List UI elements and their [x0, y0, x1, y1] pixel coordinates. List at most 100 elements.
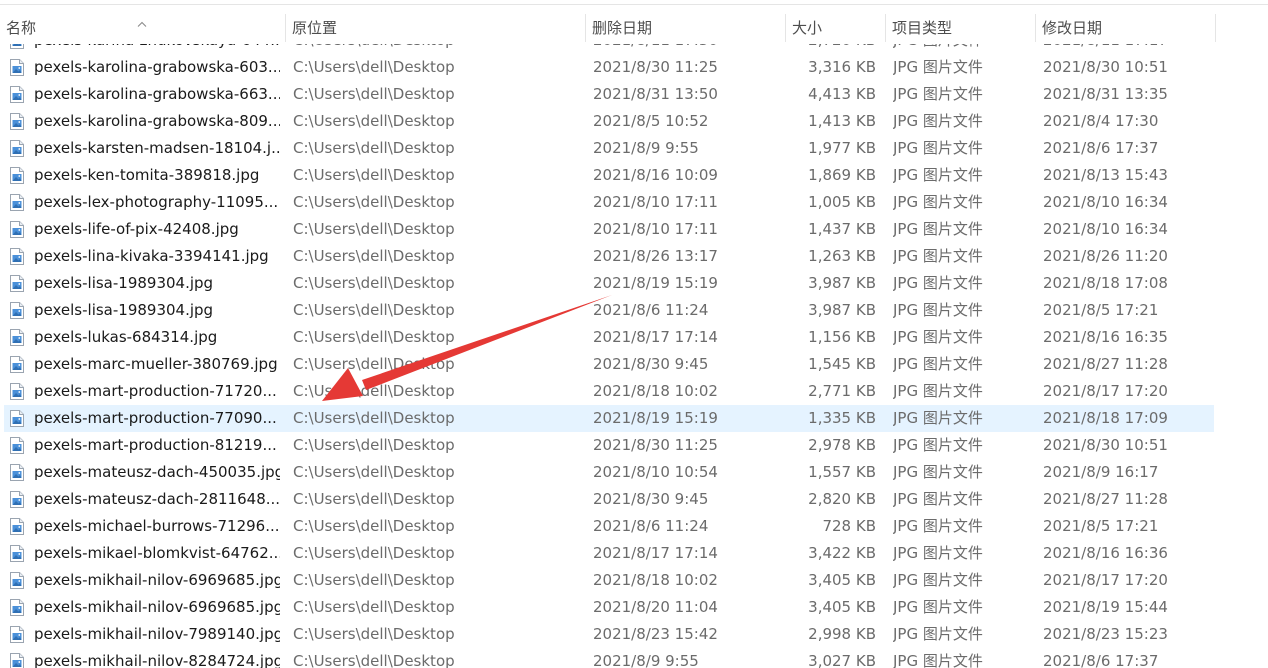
original-location: C:\Users\dell\Desktop: [293, 382, 455, 400]
modified-date: 2021/8/27 11:28: [1043, 355, 1168, 373]
table-row[interactable]: pexels-mart-production-81219... C:\Users\…: [4, 432, 1214, 459]
deleted-date: 2021/8/18 10:02: [593, 382, 718, 400]
table-row[interactable]: pexels-mikhail-nilov-6969685.jpg C:\Users…: [4, 594, 1214, 621]
table-row[interactable]: pexels-life-of-pix-42408.jpg C:\Users\del…: [4, 216, 1214, 243]
jpg-file-icon: [10, 86, 24, 103]
file-name: pexels-mikhail-nilov-6969685.jpg: [34, 598, 280, 616]
deleted-date: 2021/8/10 17:11: [593, 193, 718, 211]
table-row[interactable]: pexels-lina-kivaka-3394141.jpg C:\Users\d…: [4, 243, 1214, 270]
file-size: 2,998 KB: [808, 625, 876, 643]
modified-date: 2021/8/17 17:20: [1043, 571, 1168, 589]
column-header-location[interactable]: 原位置: [286, 14, 585, 42]
column-header-deleted[interactable]: 删除日期: [586, 14, 785, 42]
file-name: pexels-karina-zhukovskaya-644...: [34, 44, 280, 54]
original-location: C:\Users\dell\Desktop: [293, 44, 583, 54]
column-header-type[interactable]: 项目类型: [886, 14, 1035, 42]
table-row[interactable]: pexels-lukas-684314.jpg C:\Users\dell\Des…: [4, 324, 1214, 351]
deleted-date: 2021/8/19 15:19: [593, 274, 718, 292]
table-row[interactable]: pexels-mateusz-dach-2811648.... C:\Users\…: [4, 486, 1214, 513]
jpg-file-icon: [10, 653, 24, 668]
table-row[interactable]: pexels-mikhail-nilov-7989140.jpg C:\Users…: [4, 621, 1214, 648]
file-name: pexels-michael-burrows-71296...: [34, 517, 280, 535]
modified-date: 2021/8/6 17:37: [1043, 139, 1159, 157]
file-size: 1,545 KB: [808, 355, 876, 373]
column-header-size[interactable]: 大小: [786, 14, 885, 42]
original-location: C:\Users\dell\Desktop: [293, 571, 455, 589]
sort-ascending-icon: [137, 21, 147, 27]
original-location: C:\Users\dell\Desktop: [293, 490, 455, 508]
original-location: C:\Users\dell\Desktop: [293, 409, 455, 427]
table-row[interactable]: pexels-michael-burrows-71296... C:\Users\…: [4, 513, 1214, 540]
item-type: JPG 图片文件: [893, 112, 983, 130]
modified-date: 2021/8/26 11:20: [1043, 247, 1168, 265]
column-resize-handle[interactable]: [1215, 14, 1216, 42]
file-size: 2,820 KB: [808, 490, 876, 508]
modified-date: 2021/8/6 17:37: [1043, 652, 1159, 668]
jpg-file-icon: [10, 113, 24, 130]
jpg-file-icon: [10, 383, 24, 400]
table-row[interactable]: pexels-mart-production-77090... C:\Users\…: [4, 405, 1214, 432]
table-row[interactable]: pexels-karolina-grabowska-603... C:\Users…: [4, 54, 1214, 81]
table-row[interactable]: pexels-karolina-grabowska-663... C:\Users…: [4, 81, 1214, 108]
file-size: 1,977 KB: [808, 139, 876, 157]
file-size: 1,557 KB: [808, 463, 876, 481]
modified-date: 2021/8/5 17:21: [1043, 301, 1159, 319]
deleted-date: 2021/8/17 17:14: [593, 328, 718, 346]
file-name: pexels-marc-mueller-380769.jpg: [34, 355, 278, 373]
table-row[interactable]: pexels-mateusz-dach-450035.jpg C:\Users\d…: [4, 459, 1214, 486]
column-header-modified[interactable]: 修改日期: [1036, 14, 1215, 42]
item-type: JPG 图片文件: [893, 44, 1033, 54]
jpg-file-icon: [10, 410, 24, 427]
table-row[interactable]: pexels-marc-mueller-380769.jpg C:\Users\d…: [4, 351, 1214, 378]
deleted-date: 2021/8/5 10:52: [593, 112, 709, 130]
table-row[interactable]: pexels-karina-zhukovskaya-644... C:\Users…: [4, 44, 1214, 54]
modified-date: 2021/8/16 16:35: [1043, 328, 1168, 346]
table-row[interactable]: pexels-mikhail-nilov-6969685.jpg C:\Users…: [4, 567, 1214, 594]
table-row[interactable]: pexels-lisa-1989304.jpg C:\Users\dell\Des…: [4, 270, 1214, 297]
table-row[interactable]: pexels-karsten-madsen-18104.j... C:\Users…: [4, 135, 1214, 162]
item-type: JPG 图片文件: [893, 382, 983, 400]
table-row[interactable]: pexels-lisa-1989304.jpg C:\Users\dell\Des…: [4, 297, 1214, 324]
modified-date: 2021/8/31 13:35: [1043, 85, 1168, 103]
original-location: C:\Users\dell\Desktop: [293, 625, 455, 643]
original-location: C:\Users\dell\Desktop: [293, 85, 455, 103]
file-size: 3,316 KB: [808, 58, 876, 76]
recycle-bin-window: 名称 原位置 删除日期 大小 项目类型 修改日期 pexels-karina-z…: [0, 0, 1268, 668]
original-location: C:\Users\dell\Desktop: [293, 193, 455, 211]
original-location: C:\Users\dell\Desktop: [293, 139, 455, 157]
item-type: JPG 图片文件: [893, 436, 983, 454]
deleted-date: 2021/8/23 15:42: [593, 625, 718, 643]
table-row[interactable]: pexels-ken-tomita-389818.jpg C:\Users\del…: [4, 162, 1214, 189]
file-name: pexels-ken-tomita-389818.jpg: [34, 166, 260, 184]
item-type: JPG 图片文件: [893, 598, 983, 616]
jpg-file-icon: [10, 140, 24, 157]
deleted-date: 2021/8/11 17:30: [593, 44, 783, 54]
item-type: JPG 图片文件: [893, 571, 983, 589]
deleted-date: 2021/8/9 9:55: [593, 652, 699, 668]
modified-date: 2021/8/18 17:09: [1043, 409, 1168, 427]
table-row[interactable]: pexels-lex-photography-11095... C:\Users\…: [4, 189, 1214, 216]
modified-date: 2021/8/13 15:43: [1043, 166, 1168, 184]
file-size: 3,027 KB: [808, 652, 876, 668]
file-size: 4,413 KB: [808, 85, 876, 103]
table-row[interactable]: pexels-karolina-grabowska-809... C:\Users…: [4, 108, 1214, 135]
modified-date: 2021/8/30 10:51: [1043, 436, 1168, 454]
original-location: C:\Users\dell\Desktop: [293, 247, 455, 265]
file-name: pexels-karolina-grabowska-809...: [34, 112, 280, 130]
item-type: JPG 图片文件: [893, 301, 983, 319]
original-location: C:\Users\dell\Desktop: [293, 301, 455, 319]
original-location: C:\Users\dell\Desktop: [293, 355, 455, 373]
table-row[interactable]: pexels-mikhail-nilov-8284724.jpg C:\Users…: [4, 648, 1214, 668]
original-location: C:\Users\dell\Desktop: [293, 112, 455, 130]
column-header-name[interactable]: 名称: [0, 14, 285, 42]
file-size: 3,405 KB: [808, 571, 876, 589]
item-type: JPG 图片文件: [893, 193, 983, 211]
table-row[interactable]: pexels-mikael-blomkvist-64762... C:\Users…: [4, 540, 1214, 567]
original-location: C:\Users\dell\Desktop: [293, 274, 455, 292]
table-row[interactable]: pexels-mart-production-71720... C:\Users\…: [4, 378, 1214, 405]
file-size: 1,263 KB: [808, 247, 876, 265]
item-type: JPG 图片文件: [893, 463, 983, 481]
deleted-date: 2021/8/19 15:19: [593, 409, 718, 427]
window-top-border: [0, 0, 1268, 5]
file-list[interactable]: pexels-karina-zhukovskaya-644... C:\Users…: [0, 44, 1268, 668]
